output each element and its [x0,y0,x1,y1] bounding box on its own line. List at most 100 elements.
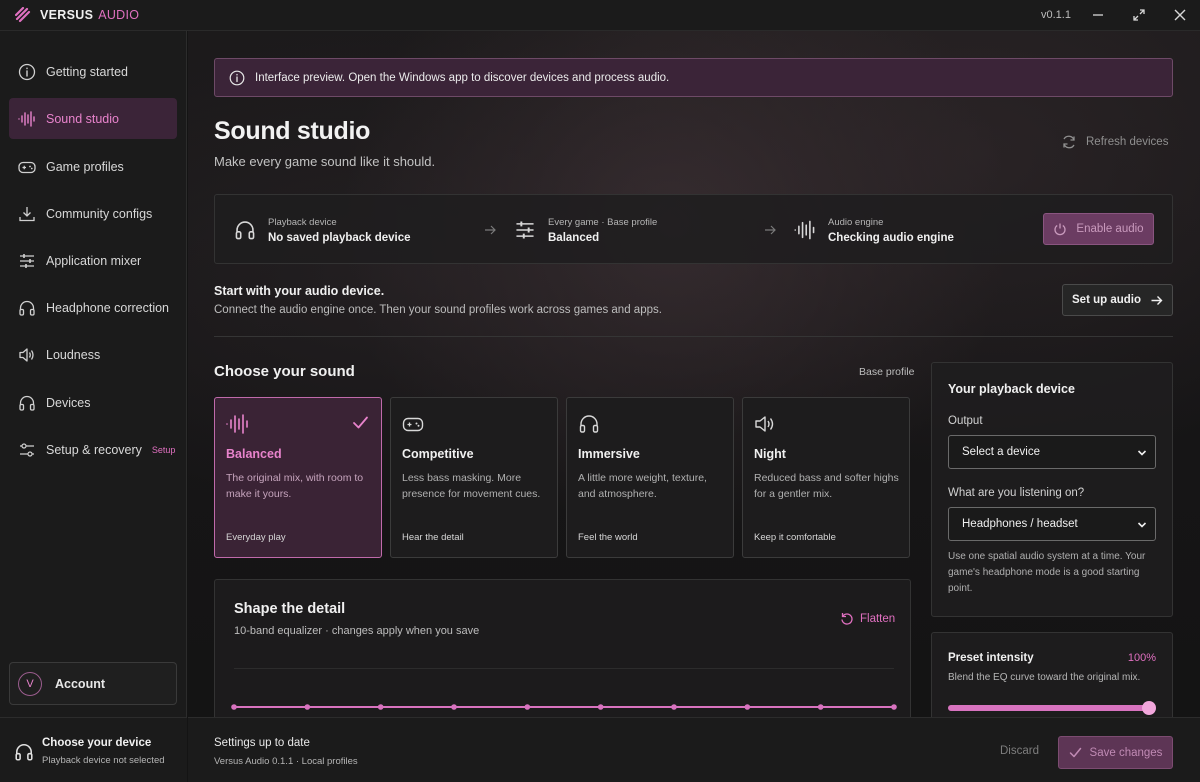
card-title: Competitive [402,447,474,461]
minimize-icon[interactable] [1091,8,1105,22]
choose-sound-title: Choose your sound [214,363,355,380]
setup-audio-button[interactable]: Set up audio [1062,284,1173,316]
status-playback-label: Playback device [268,216,337,228]
arrow-right-icon [1151,295,1163,305]
status-playback-value: No saved playback device [268,231,411,244]
versus-logo-icon [15,7,31,23]
eq-band-handle[interactable] [524,704,531,710]
equalizer-subtitle: 10-band equalizer · changes apply when y… [234,625,480,637]
sidebar-item-label: Game profiles [46,159,124,174]
card-description: Reduced bass and softer highs for a gent… [754,472,899,500]
intensity-title: Preset intensity [948,652,1034,664]
discard-button[interactable]: Discard [1000,745,1039,757]
sidebar-item-game-profiles[interactable]: Game profiles [9,146,177,187]
sidebar-item-devices[interactable]: Devices [9,382,177,423]
setup-audio-label: Set up audio [1072,294,1141,306]
refresh-devices-button[interactable]: Refresh devices [1061,134,1168,150]
app-name-suffix: AUDIO [98,8,140,22]
sidebar-item-label: Sound studio [46,111,119,126]
bottom-bar: Settings up to date Versus Audio 0.1.1 ·… [188,717,1200,782]
enable-audio-button[interactable]: Enable audio [1043,213,1154,245]
status-engine: Audio engine Checking audio engine [794,195,954,265]
gamepad-icon [402,417,424,432]
setup-icon [20,442,34,457]
sidebar-item-label: Community configs [46,206,153,221]
card-description: The original mix, with room to make it y… [226,472,364,500]
intensity-slider[interactable] [948,701,1156,715]
speaker-icon [19,347,34,362]
close-icon[interactable] [1173,8,1187,22]
headphones-icon [235,221,255,240]
sidebar-item-application-mixer[interactable]: Application mixer [9,240,177,281]
eq-band-handle[interactable] [671,704,677,710]
card-footer: Keep it comfortable [754,532,836,543]
save-changes-label: Save changes [1089,746,1163,759]
banner-text: Interface preview. Open the Windows app … [255,71,670,84]
maximize-icon[interactable] [1132,8,1146,22]
base-profile-label: Base profile [859,366,915,378]
intensity-value: 100% [1127,652,1156,664]
refresh-icon [1063,135,1075,149]
sidebar-item-headphone-correction[interactable]: Headphone correction [9,287,177,328]
divider [214,336,1173,337]
info-icon [229,70,245,85]
eq-band-handle[interactable] [744,704,751,710]
sound-card-night[interactable]: Night Reduced bass and softer highs for … [742,397,910,558]
chevron-down-icon [1137,522,1147,528]
power-icon [1054,223,1067,236]
save-changes-button[interactable]: Save changes [1058,736,1173,769]
arrow-right-icon [485,225,496,235]
eq-band-handle[interactable] [817,704,824,710]
eq-band-handle[interactable] [451,704,457,710]
waveform-icon [226,414,248,434]
sidebar: Getting started Sound studio Game profil… [0,31,187,782]
eq-band-handle[interactable] [597,704,604,710]
reset-icon [841,613,853,625]
eq-band-handle[interactable] [377,704,384,710]
status-playback: Playback device No saved playback device [234,195,411,265]
sound-card-competitive[interactable]: Competitive Less bass masking. More pres… [390,397,558,558]
sidebar-item-sound-studio[interactable]: Sound studio [9,98,177,139]
sidebar-item-label: Devices [46,395,91,410]
slider-thumb[interactable] [1142,701,1156,715]
listening-label: What are you listening on? [948,487,1085,499]
sidebar-item-loudness[interactable]: Loudness [9,334,177,375]
check-icon [353,416,368,429]
status-profile: Every game · Base profile Balanced [514,195,657,265]
enable-audio-label: Enable audio [1076,223,1144,235]
card-footer: Feel the world [578,532,638,543]
account-button[interactable]: V Account [9,662,177,705]
sidebar-item-label: Getting started [46,64,128,79]
sidebar-item-getting-started[interactable]: Getting started [9,51,177,92]
output-select[interactable]: Select a device [948,435,1156,469]
download-icon [19,206,35,221]
status-engine-value: Checking audio engine [828,231,954,244]
device-status-title: Choose your device [42,737,152,749]
output-select-value: Select a device [962,446,1040,458]
sound-card-balanced[interactable]: Balanced The original mix, with room to … [214,397,382,558]
app-meta: Versus Audio 0.1.1 · Local profiles [214,756,358,767]
card-description: Less bass masking. More presence for mov… [402,472,541,500]
waveform-icon [794,220,815,240]
eq-curve[interactable] [229,700,899,714]
info-icon [18,63,36,80]
eq-gridline [234,668,894,669]
gamepad-icon [18,161,36,173]
title-bar: VERSUS AUDIO v0.1.1 [0,0,1200,31]
flatten-button[interactable]: Flatten [840,612,895,626]
preset-intensity-panel: Preset intensity 100% Blend the EQ curve… [931,632,1173,717]
brand: VERSUS AUDIO [15,7,139,23]
listening-select[interactable]: Headphones / headset [948,507,1156,541]
page-subtitle: Make every game sound like it should. [214,154,436,169]
eq-band-handle[interactable] [231,704,237,710]
eq-band-handle[interactable] [304,704,311,710]
device-status[interactable]: Choose your device Playback device not s… [0,717,187,782]
sound-card-immersive[interactable]: Immersive A little more weight, texture,… [566,397,734,558]
setup-title: Start with your audio device. [214,284,385,298]
waveform-icon [18,110,35,127]
eq-band-handle[interactable] [891,704,897,710]
sidebar-item-setup-recovery[interactable]: Setup & recovery Setup [9,429,177,470]
page-title: Sound studio [214,117,371,145]
sidebar-item-community-configs[interactable]: Community configs [9,193,177,234]
speaker-icon [755,416,774,432]
